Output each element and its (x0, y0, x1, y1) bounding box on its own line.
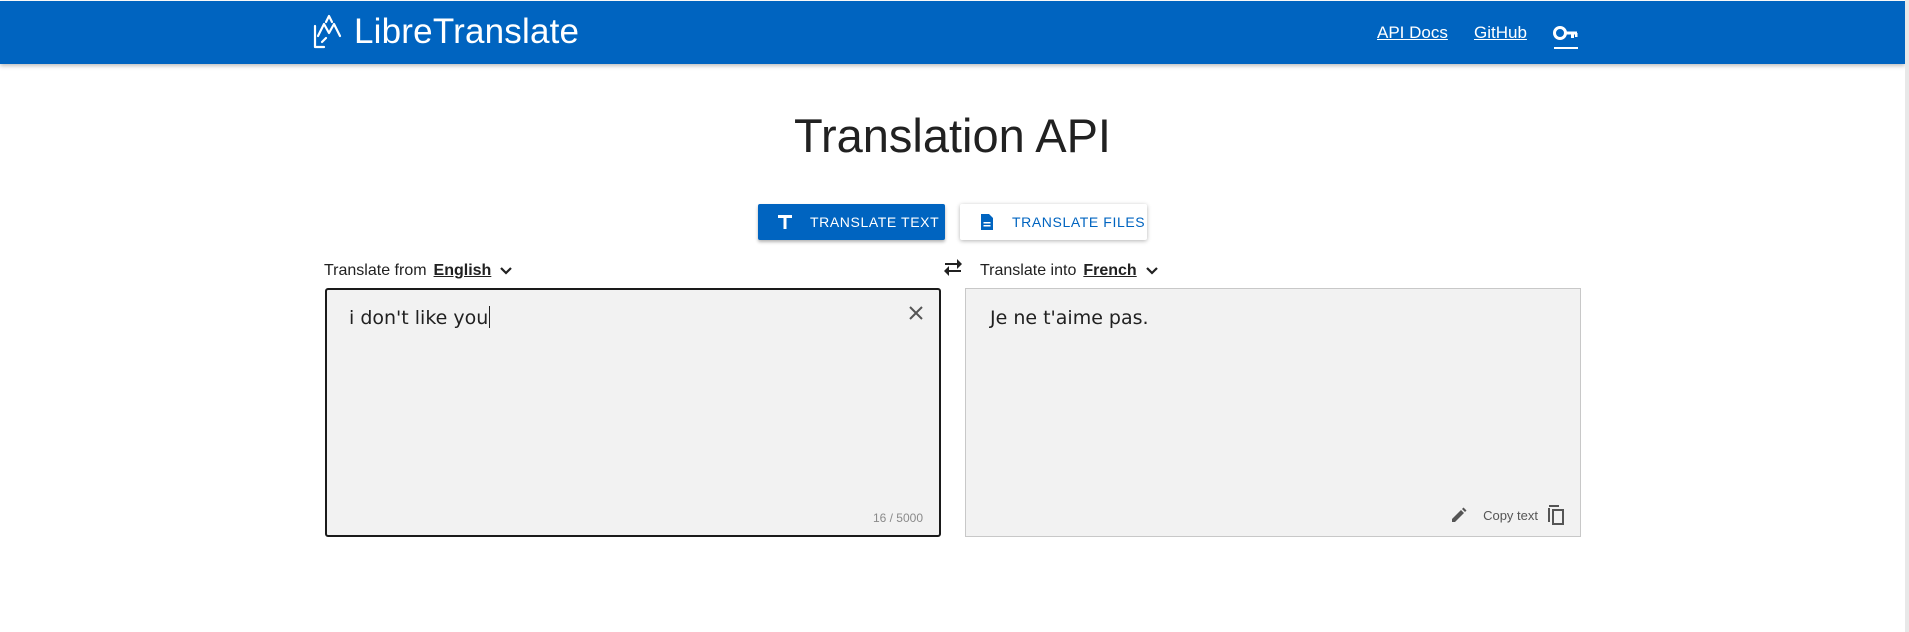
file-icon (978, 213, 996, 231)
github-link[interactable]: GitHub (1474, 23, 1527, 43)
character-count: 16 / 5000 (872, 511, 923, 525)
key-underline (1554, 47, 1578, 49)
target-language-value: French (1083, 262, 1137, 279)
source-language-value: English (433, 262, 492, 279)
translate-files-button[interactable]: TRANSLATE FILES (960, 204, 1147, 240)
navbar: LibreTranslate API Docs GitHub (0, 1, 1905, 64)
brand-name: LibreTranslate (354, 12, 580, 51)
source-text-value: i don't like you (349, 307, 489, 329)
translate-text-label: TRANSLATE TEXT (810, 214, 940, 230)
libretranslate-logo-icon (313, 14, 342, 49)
close-icon (909, 306, 923, 320)
swap-languages-button[interactable] (942, 258, 964, 278)
source-text-input[interactable]: i don't like you (349, 306, 889, 506)
copy-icon[interactable] (1546, 504, 1566, 526)
text-format-icon (776, 213, 794, 231)
translate-files-label: TRANSLATE FILES (1012, 214, 1146, 230)
target-language-row: Translate into French (980, 262, 1159, 280)
api-key-button[interactable] (1553, 23, 1579, 51)
source-language-row: Translate from English (324, 262, 513, 280)
clear-text-button[interactable] (907, 304, 925, 322)
page-title: Translation API (794, 109, 1111, 162)
source-text-panel: i don't like you 16 / 5000 (325, 288, 941, 537)
brand-link[interactable]: LibreTranslate (312, 11, 579, 53)
swap-icon (944, 259, 962, 276)
copy-text-label[interactable]: Copy text (1483, 508, 1538, 523)
target-text-panel: Je ne t'aime pas. Copy text (965, 288, 1581, 537)
text-caret (489, 306, 491, 328)
source-language-select[interactable]: English (434, 262, 514, 280)
translated-text: Je ne t'aime pas. (990, 307, 1149, 329)
chevron-down-icon (499, 266, 513, 276)
target-language-select[interactable]: French (1083, 262, 1158, 280)
page-scrollbar[interactable] (1905, 0, 1909, 632)
chevron-down-icon (1145, 266, 1159, 276)
translation-tools: Copy text (1449, 504, 1566, 526)
key-icon (1553, 26, 1578, 40)
target-language-label: Translate into (980, 262, 1077, 279)
api-docs-link[interactable]: API Docs (1377, 23, 1448, 43)
source-language-label: Translate from (324, 262, 427, 279)
edit-icon[interactable] (1449, 505, 1469, 525)
translate-text-button[interactable]: TRANSLATE TEXT (758, 204, 945, 240)
